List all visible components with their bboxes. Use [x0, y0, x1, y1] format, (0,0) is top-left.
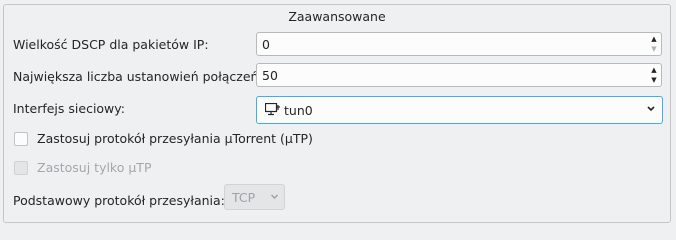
advanced-group: Zaawansowane Wielkość DSCP dla pakietów … [3, 4, 671, 223]
network-interface-value: tun0 [284, 103, 313, 118]
group-title: Zaawansowane [288, 9, 386, 24]
utp-enable-label[interactable]: Zastosuj protokół przesyłania µTorrent (… [37, 131, 313, 146]
network-interface-combobox[interactable]: tun0 [256, 96, 663, 124]
chevron-down-icon [270, 194, 279, 200]
base-protocol-label: Podstawowy protokół przesyłania: [13, 193, 225, 208]
utp-enable-checkbox[interactable] [14, 132, 28, 146]
decrement-icon[interactable]: ▼ [649, 44, 659, 54]
base-protocol-value: TCP [232, 190, 256, 205]
dscp-label: Wielkość DSCP dla pakietów IP: [13, 37, 209, 52]
max-connections-spinbox[interactable]: 50 ▲ ▼ [256, 63, 662, 87]
decrement-icon[interactable]: ▼ [649, 75, 659, 85]
utp-only-checkbox [14, 161, 28, 175]
dscp-spinbox[interactable]: 0 ▲ ▼ [256, 32, 662, 56]
increment-icon[interactable]: ▲ [649, 65, 659, 75]
base-protocol-combobox: TCP [224, 184, 285, 210]
max-connections-label: Największa liczba ustanowień połączeń: [13, 69, 263, 84]
network-interface-icon [265, 103, 280, 116]
dscp-stepper[interactable]: ▲ ▼ [649, 34, 659, 54]
network-interface-label: Interfejs sieciowy: [13, 101, 125, 116]
max-connections-value[interactable]: 50 [262, 68, 278, 83]
increment-icon[interactable]: ▲ [649, 34, 659, 44]
chevron-down-icon[interactable] [646, 103, 656, 115]
utp-only-label: Zastosuj tylko µTP [37, 160, 152, 175]
dscp-value[interactable]: 0 [262, 37, 270, 52]
max-connections-stepper[interactable]: ▲ ▼ [649, 65, 659, 85]
